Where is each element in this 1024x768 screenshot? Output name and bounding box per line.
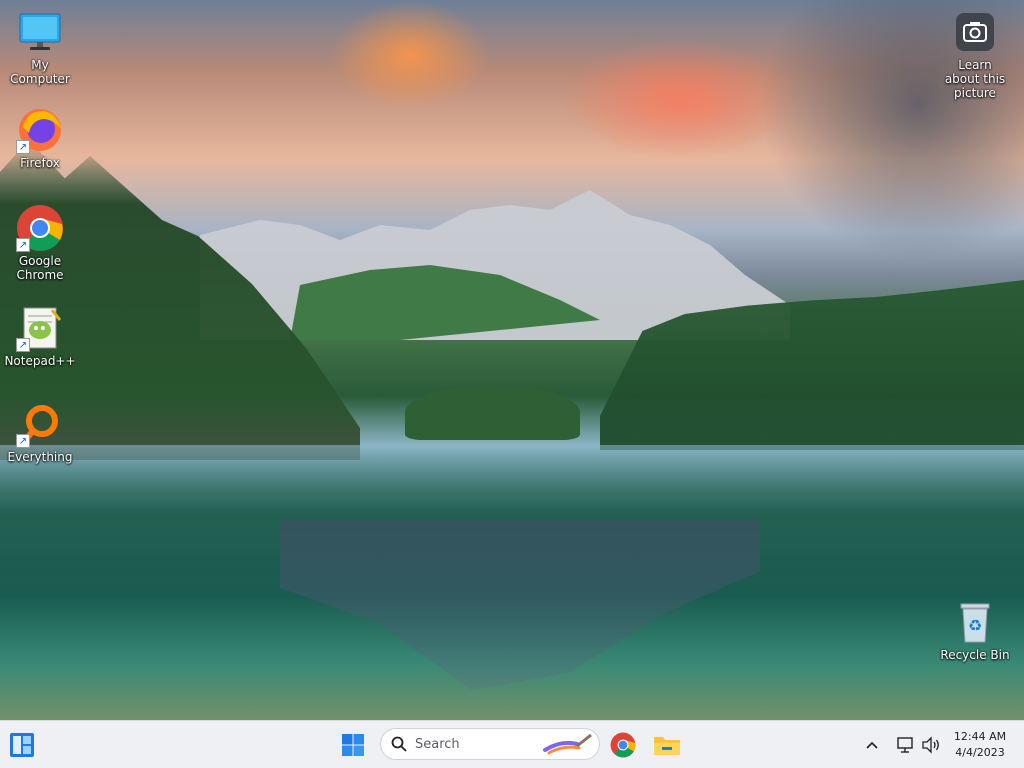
desktop-icon-everything[interactable]: ↗ Everything [0, 400, 80, 464]
desktop-icon-firefox[interactable]: ↗ Firefox [0, 106, 80, 170]
shortcut-arrow-icon: ↗ [16, 434, 30, 448]
taskbar: Search 12:44 AM 4/4/2023 [0, 720, 1024, 768]
desktop-icon-learn-about-picture[interactable]: Learn about this picture [935, 8, 1015, 100]
desktop-icon-label: Google Chrome [16, 254, 64, 282]
shortcut-arrow-icon: ↗ [16, 238, 30, 252]
desktop-icon-google-chrome[interactable]: ↗ Google Chrome [0, 204, 80, 282]
network-button[interactable] [892, 729, 920, 761]
shortcut-arrow-icon: ↗ [16, 338, 30, 352]
shortcut-arrow-icon: ↗ [16, 140, 30, 154]
volume-icon [922, 736, 939, 754]
widgets-button[interactable] [6, 729, 38, 761]
taskbar-app-file-explorer[interactable] [651, 729, 683, 761]
search-highlight-icon [543, 733, 592, 755]
chrome-icon [610, 732, 636, 758]
camera-icon [951, 8, 999, 56]
wallpaper-island [405, 385, 580, 440]
search-placeholder: Search [415, 736, 460, 752]
windows-logo-icon [342, 734, 364, 756]
desktop-icon-label: Notepad++ [4, 354, 76, 368]
desktop-icon-label: My Computer [10, 58, 70, 86]
file-explorer-icon [654, 737, 680, 755]
clock-time: 12:44 AM [953, 730, 1007, 743]
start-button[interactable] [337, 729, 369, 761]
monitor-icon [16, 8, 64, 56]
desktop-icon-label: Recycle Bin [940, 648, 1010, 662]
svg-text:♻: ♻ [968, 616, 982, 635]
chevron-up-icon [866, 741, 878, 749]
desktop-icon-label: Everything [7, 450, 73, 464]
recycle-bin-icon: ♻ [951, 598, 999, 646]
taskbar-clock[interactable]: 12:44 AM 4/4/2023 [948, 729, 1012, 761]
everything-search-icon: ↗ [16, 400, 64, 448]
desktop-icon-my-computer[interactable]: My Computer [0, 8, 80, 86]
desktop-icon-label: Learn about this picture [944, 58, 1006, 100]
chrome-icon: ↗ [16, 204, 64, 252]
firefox-icon: ↗ [16, 106, 64, 154]
taskbar-app-chrome[interactable] [607, 729, 639, 761]
wallpaper-sky [330, 0, 490, 110]
desktop-icon-recycle-bin[interactable]: ♻ Recycle Bin [935, 598, 1015, 662]
desktop-icon-label: Firefox [20, 156, 60, 170]
search-icon [391, 736, 407, 752]
show-hidden-icons-button[interactable] [858, 729, 886, 761]
taskbar-search-box[interactable]: Search [380, 728, 600, 760]
desktop-wallpaper: My Computer ↗ Firefox ↗ Google Chrome ↗ … [0, 0, 1024, 720]
volume-button[interactable] [918, 729, 944, 761]
clock-date: 4/4/2023 [955, 746, 1005, 759]
desktop-icon-notepad-plus-plus[interactable]: ↗ Notepad++ [0, 304, 80, 368]
notepad-plus-plus-icon: ↗ [16, 304, 64, 352]
network-icon [897, 737, 913, 753]
widgets-icon [10, 733, 34, 757]
